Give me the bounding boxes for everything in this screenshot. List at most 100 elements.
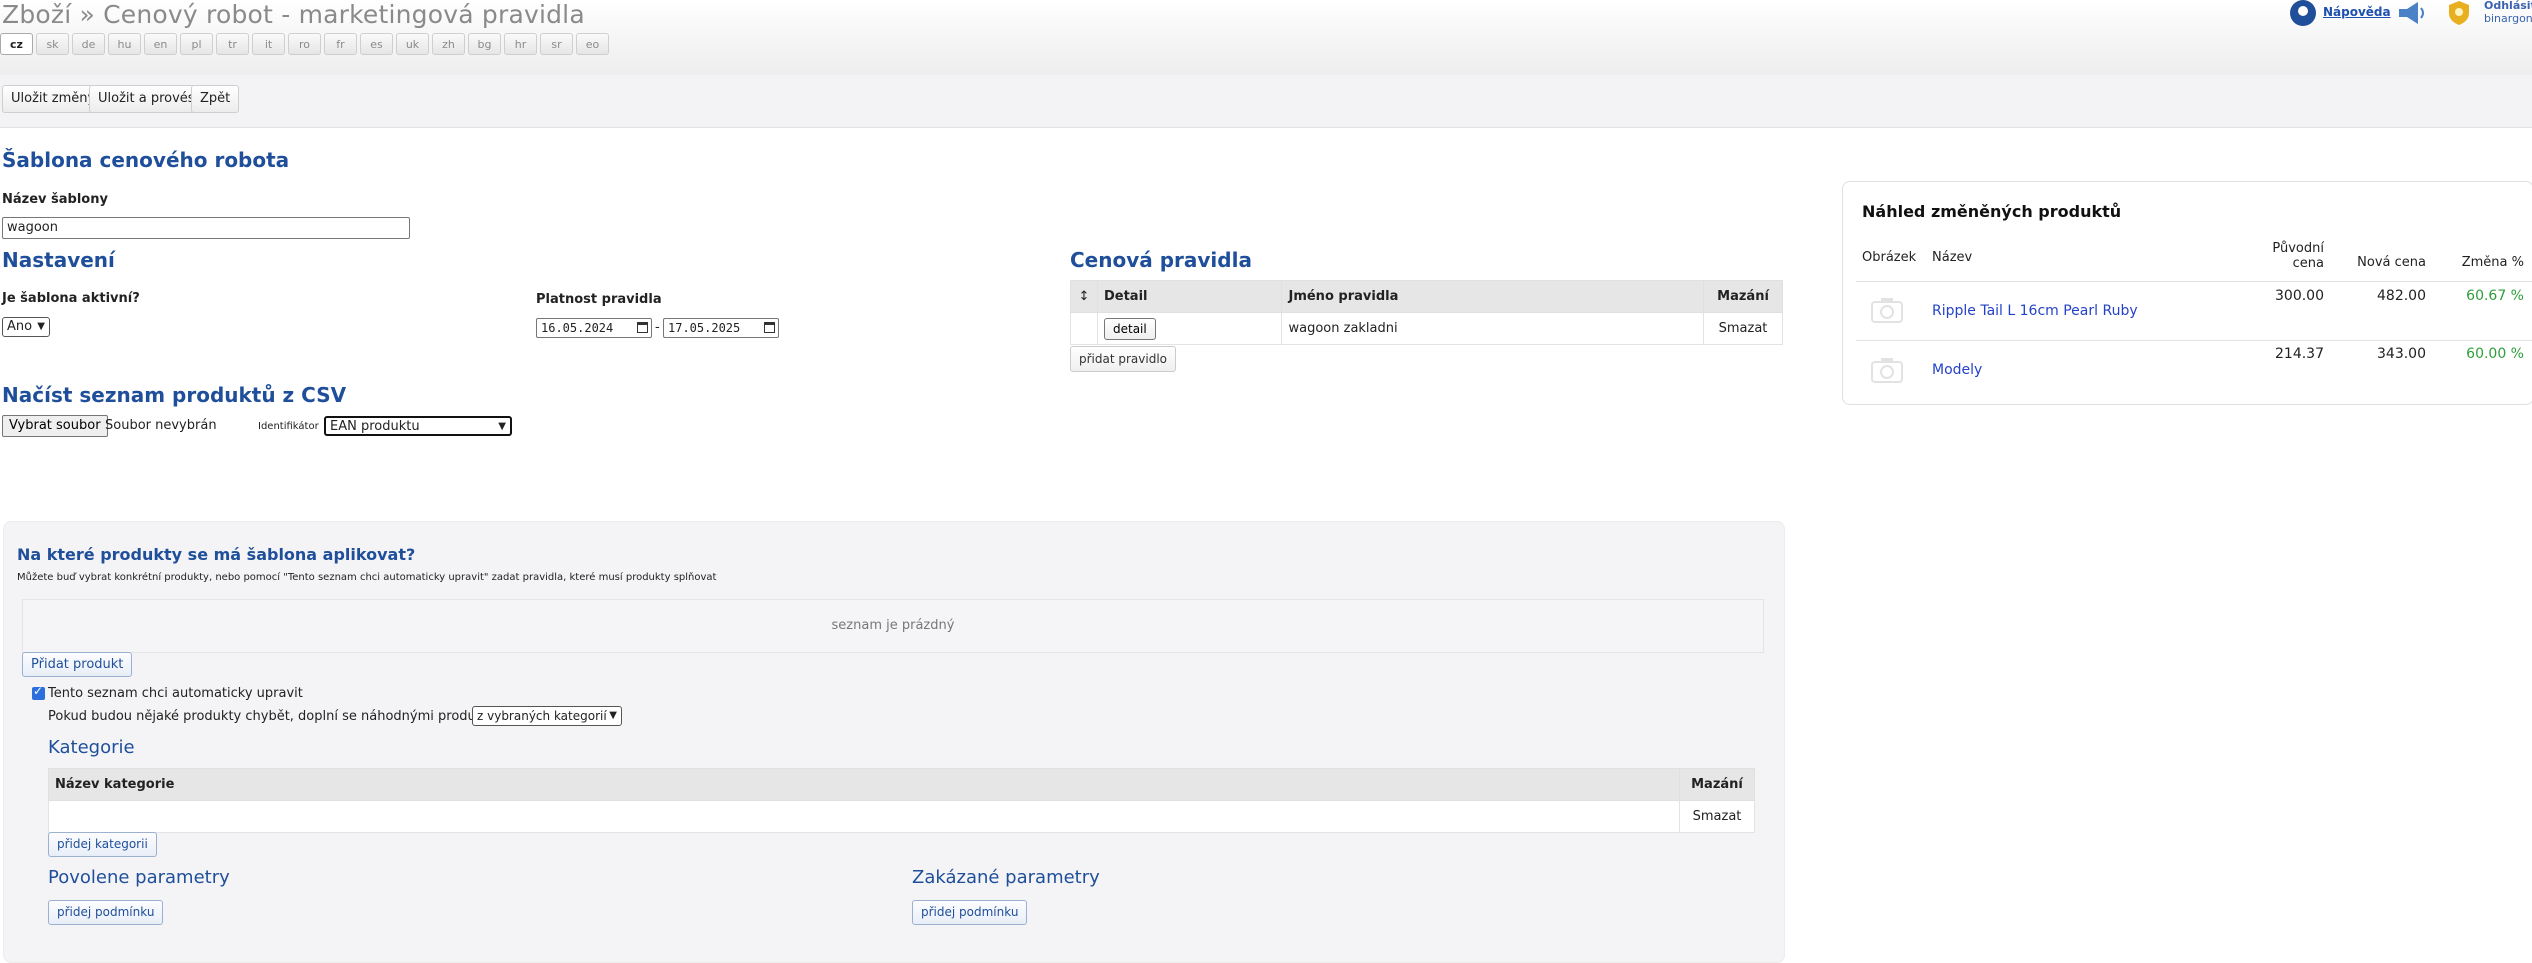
back-button[interactable]: Zpět [191,85,240,113]
new-price-value: 482.00 [2377,288,2426,304]
lang-ro[interactable]: ro [288,33,321,55]
lang-pl[interactable]: pl [180,33,213,55]
add-product-button[interactable]: Přidat produkt [22,652,133,677]
allowed-params-heading: Povolene parametry [48,867,230,888]
rules-heading: Cenová pravidla [1070,248,1252,272]
lang-sr[interactable]: sr [540,33,573,55]
preview-heading: Náhled změněných produktů [1862,202,2122,221]
logout-link[interactable]: Odhlásit [2484,0,2532,12]
image-column-header: Obrázek [1862,250,1917,265]
user-name: binargon [2484,12,2532,25]
apply-description: Můžete buď vybrat konkrétní produkty, ne… [17,572,717,583]
lang-tr[interactable]: tr [216,33,249,55]
category-name-cell [48,800,1680,833]
chevron-down-icon: ▼ [37,321,45,332]
product-link[interactable]: Ripple Tail L 16cm Pearl Ruby [1932,303,2138,319]
date-to-value: 17.05.2025 [668,321,741,335]
calendar-icon[interactable] [764,322,775,333]
no-file-label: Soubor nevybrán [105,418,217,433]
category-name-column-header: Název kategorie [48,768,1680,801]
change-column-header: Změna % [2461,255,2524,270]
lang-fr[interactable]: fr [324,33,357,55]
lang-hu[interactable]: hu [108,33,141,55]
apply-heading: Na které produkty se má šablona aplikova… [17,545,416,564]
name-column-header: Název [1932,250,1973,265]
auto-update-checkbox[interactable] [32,684,45,700]
drag-handle[interactable] [1070,312,1098,345]
rule-name-cell: wagoon zakladni [1281,312,1705,345]
date-to-input[interactable]: 17.05.2025 [663,318,779,338]
choose-file-button[interactable]: Vybrat soubor [2,415,108,437]
change-value: 60.67 % [2466,288,2524,304]
page-title: Zboží » Cenový robot - marketingová prav… [2,0,585,29]
lang-it[interactable]: it [252,33,285,55]
row-divider [1856,340,2532,341]
change-value: 60.00 % [2466,346,2524,362]
settings-heading: Nastavení [2,248,115,272]
identifier-select-value: EAN produktu [330,419,420,434]
delete-category-link[interactable]: Smazat [1679,800,1755,833]
delete-column-header: Mazání [1703,280,1783,313]
detail-button[interactable]: detail [1103,317,1156,340]
rule-name-column-header: Jméno pravidla [1281,280,1705,313]
identifier-select[interactable]: EAN produktu ▼ [324,416,512,436]
active-label: Je šablona aktivní? [2,291,140,306]
lang-sk[interactable]: sk [36,33,69,55]
category-table: Název kategorie Mazání Smazat [48,768,1755,833]
lang-eo[interactable]: eo [576,33,609,55]
camera-icon [1871,298,1903,323]
orig-price-header-line2: cena [2292,256,2324,271]
orig-price-header-line1: Původní [2272,241,2324,256]
product-link[interactable]: Modely [1932,362,1982,378]
rules-table: ↕ Detail Jméno pravidla Mazání detail wa… [1070,280,1783,345]
date-separator: - [655,320,660,335]
add-forbidden-condition-button[interactable]: přidej podmínku [912,900,1028,925]
detail-cell: detail [1096,312,1283,345]
language-switcher: cz sk de hu en pl tr it ro fr es uk zh b… [0,33,609,57]
sort-column-header: ↕ [1070,280,1098,313]
lang-en[interactable]: en [144,33,177,55]
fill-random-select-value: z vybraných kategorií [477,709,607,723]
shield-icon[interactable] [2448,0,2470,26]
lang-bg[interactable]: bg [468,33,501,55]
new-price-value: 343.00 [2377,346,2426,362]
fill-random-select[interactable]: z vybraných kategorií ▼ [472,706,622,726]
template-name-input[interactable]: wagoon [2,217,410,239]
help-link[interactable]: Nápověda [2323,5,2391,19]
fill-random-label: Pokud budou nějaké produkty chybět, dopl… [48,709,497,724]
category-delete-column-header: Mazání [1679,768,1755,801]
calendar-icon[interactable] [637,322,648,333]
validity-label: Platnost pravidla [536,292,662,307]
forbidden-params-heading: Zakázané parametry [912,867,1100,888]
auto-update-label: Tento seznam chci automaticky upravit [48,686,303,701]
template-heading: Šablona cenového robota [2,148,290,172]
megaphone-icon[interactable] [2396,0,2426,26]
detail-column-header: Detail [1096,280,1283,313]
help-icon[interactable] [2290,0,2316,26]
product-list-empty: seznam je prázdný [22,599,1764,653]
camera-icon [1871,358,1903,383]
date-from-value: 16.05.2024 [541,321,614,335]
lang-de[interactable]: de [72,33,105,55]
date-from-input[interactable]: 16.05.2024 [536,318,652,338]
table-row: Smazat [48,800,1755,833]
chevron-down-icon: ▼ [498,421,506,432]
add-category-button[interactable]: přidej kategorii [48,832,157,857]
lang-uk[interactable]: uk [396,33,429,55]
table-row: detail wagoon zakladni Smazat [1070,312,1783,345]
lang-cz[interactable]: cz [0,33,33,55]
lang-zh[interactable]: zh [432,33,465,55]
orig-price-value: 214.37 [2275,346,2324,362]
category-table-header: Název kategorie Mazání [48,768,1755,801]
add-rule-button[interactable]: přidat pravidlo [1070,346,1177,372]
lang-es[interactable]: es [360,33,393,55]
active-select[interactable]: Ano ▼ [2,317,50,337]
lang-hr[interactable]: hr [504,33,537,55]
add-allowed-condition-button[interactable]: přidej podmínku [48,900,164,925]
apply-panel [3,521,1785,963]
csv-heading: Načíst seznam produktů z CSV [2,383,347,407]
active-select-value: Ano [7,319,33,334]
category-heading: Kategorie [48,737,135,758]
toolbar: Uložit změny Uložit a provést Zpět [0,75,2532,128]
delete-rule-link[interactable]: Smazat [1703,312,1783,345]
